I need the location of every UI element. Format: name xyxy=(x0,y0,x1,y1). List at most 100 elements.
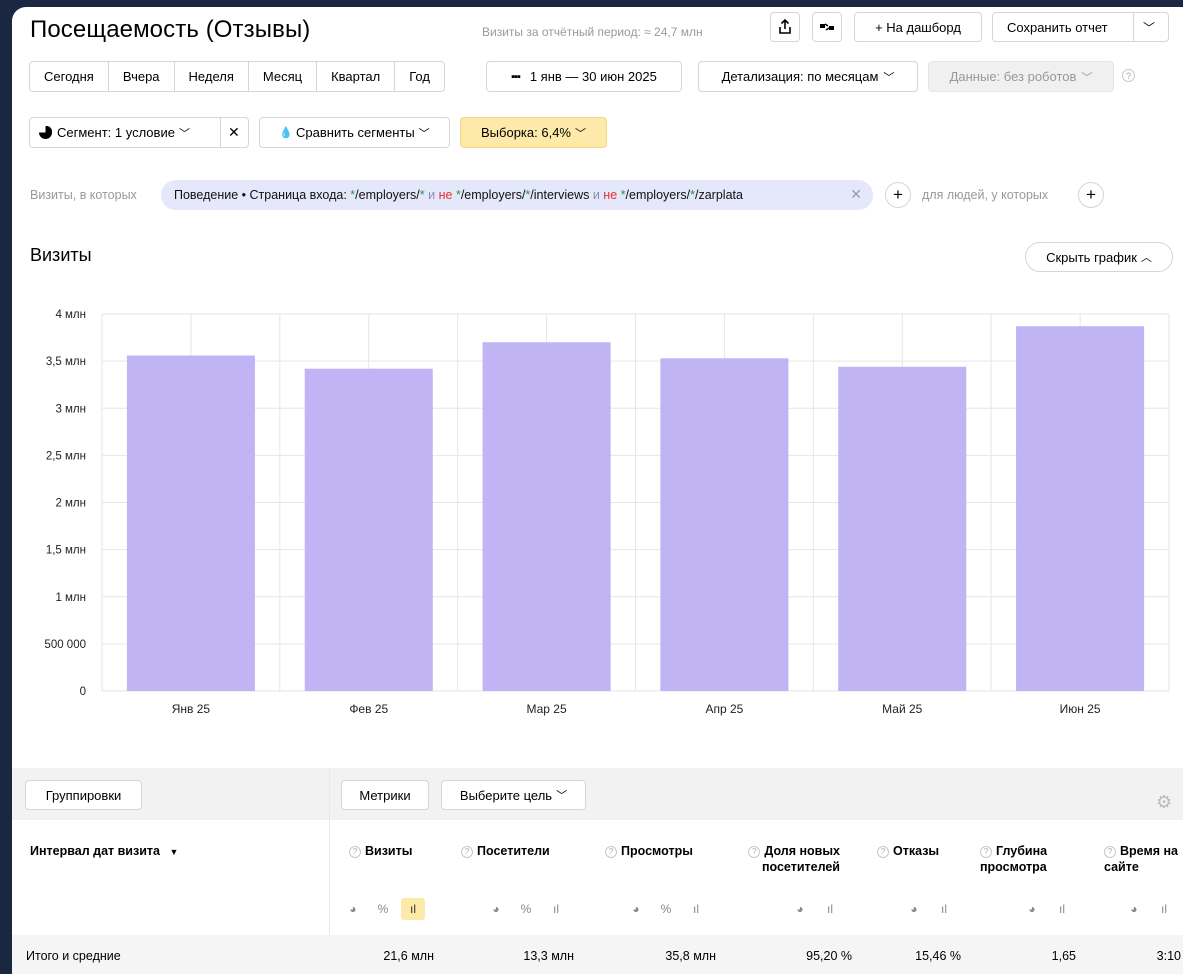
goal-label: Выберите цель xyxy=(459,787,553,803)
sort-down-icon: ▼ xyxy=(169,847,179,857)
date-range-button[interactable]: ▪▪▪ 1 янв — 30 июн 2025 xyxy=(486,61,682,92)
metrics-button[interactable]: Метрики xyxy=(341,780,429,810)
compare-segments-label: Сравнить сегменты xyxy=(296,125,415,140)
column-label: Просмотры xyxy=(621,844,693,858)
chart-title: Визиты xyxy=(30,245,92,265)
data-filter-dropdown[interactable]: Данные: без роботов ﹀ xyxy=(928,61,1114,92)
period-year[interactable]: Год xyxy=(395,62,444,91)
gear-icon[interactable]: ⚙ xyxy=(1156,792,1172,813)
bar-chart-icon[interactable]: ıl xyxy=(401,898,425,920)
totals-label: Итого и средние xyxy=(26,949,121,963)
help-icon[interactable]: ? xyxy=(605,846,617,858)
report-window: Посещаемость (Отзывы) Визиты за отчётный… xyxy=(12,7,1183,974)
total-bounces: 15,46 % xyxy=(915,949,961,963)
help-icon[interactable]: ? xyxy=(748,846,761,858)
close-icon[interactable]: ✕ xyxy=(850,186,862,203)
pie-chart-icon[interactable]: ◕ xyxy=(1122,898,1146,920)
help-icon[interactable]: ? xyxy=(349,846,361,858)
bar-chart-icon[interactable]: ıl xyxy=(544,898,568,920)
dimension-header-label: Интервал дат визита xyxy=(30,844,160,858)
pie-chart-icon[interactable]: ◕ xyxy=(788,898,812,920)
detalization-label: Детализация: по месяцам xyxy=(721,69,879,84)
add-to-dashboard-button[interactable]: + На дашборд xyxy=(854,12,982,42)
total-depth: 1,65 xyxy=(1051,949,1076,963)
column-divider xyxy=(329,768,330,935)
bar-chart-icon[interactable]: ıl xyxy=(932,898,956,920)
period-today[interactable]: Сегодня xyxy=(30,62,109,91)
total-pageviews: 35,8 млн xyxy=(665,949,716,963)
column-label: Визиты xyxy=(365,844,413,858)
sample-dropdown[interactable]: Выборка: 6,4% ﹀ xyxy=(460,117,607,148)
save-report-button[interactable]: Сохранить отчет ﹀ xyxy=(992,12,1169,42)
data-filter-label: Данные: без роботов xyxy=(949,69,1077,84)
period-week[interactable]: Неделя xyxy=(175,62,249,91)
chip-not: не xyxy=(438,188,453,202)
share-button[interactable] xyxy=(770,12,800,42)
help-icon[interactable]: ? xyxy=(980,846,992,858)
export-button[interactable] xyxy=(812,12,842,42)
add-people-condition-button[interactable]: + xyxy=(1078,182,1104,208)
percent-icon[interactable]: % xyxy=(371,898,395,920)
new-visitors-view-icons: ◕ ıl xyxy=(788,898,842,920)
help-icon[interactable]: ? xyxy=(877,846,889,858)
column-header-visits[interactable]: ? Визиты xyxy=(349,843,412,859)
bar-chart-icon[interactable]: ıl xyxy=(1050,898,1074,920)
help-icon[interactable]: ? xyxy=(461,846,473,858)
detalization-dropdown[interactable]: Детализация: по месяцам ﹀ xyxy=(698,61,918,92)
x-tick-label: Фев 25 xyxy=(349,702,388,716)
column-header-time[interactable]: ? Время на сайте xyxy=(1104,843,1182,875)
x-tick-label: Мар 25 xyxy=(526,702,566,716)
y-tick-label: 1 млн xyxy=(55,592,86,604)
column-header-new-visitors[interactable]: ? Доля новых посетителей xyxy=(740,843,840,875)
goal-dropdown[interactable]: Выберите цель ﹀ xyxy=(441,780,586,810)
period-month[interactable]: Месяц xyxy=(249,62,318,91)
people-label: для людей, у которых xyxy=(922,188,1049,202)
chevron-down-icon: ﹀ xyxy=(418,127,430,140)
hide-chart-label: Скрыть график xyxy=(1046,249,1137,265)
drops-icon: 💧 xyxy=(279,127,294,139)
pie-chart-icon[interactable]: ◕ xyxy=(484,898,508,920)
x-tick-label: Июн 25 xyxy=(1060,702,1101,716)
chip-and: и xyxy=(428,188,436,202)
column-header-depth[interactable]: ? Глубина просмотра xyxy=(980,843,1070,875)
dimension-header[interactable]: Интервал дат визита ▼ xyxy=(30,843,178,860)
chart-bar xyxy=(660,358,789,691)
bar-chart-icon[interactable]: ıl xyxy=(818,898,842,920)
column-header-pageviews[interactable]: ? Просмотры xyxy=(605,843,693,859)
chip-path: /employers/ xyxy=(625,188,691,202)
bar-chart-icon[interactable]: ıl xyxy=(1152,898,1176,920)
period-yesterday[interactable]: Вчера xyxy=(109,62,175,91)
percent-icon[interactable]: % xyxy=(654,898,678,920)
chevron-down-icon[interactable]: ﹀ xyxy=(1143,19,1155,36)
date-range-label: 1 янв — 30 июн 2025 xyxy=(529,69,657,84)
column-label: Посетители xyxy=(477,844,550,858)
column-label: Отказы xyxy=(893,844,940,858)
segment-dropdown[interactable]: Сегмент: 1 условие ﹀ ✕ xyxy=(29,117,249,148)
add-condition-button[interactable]: + xyxy=(885,182,911,208)
filter-chip[interactable]: Поведение • Страница входа: */employers/… xyxy=(161,180,873,210)
compare-segments-dropdown[interactable]: 💧 Сравнить сегменты ﹀ xyxy=(259,117,450,148)
hide-chart-button[interactable]: Скрыть график ︿ xyxy=(1025,242,1173,272)
page-title: Посещаемость (Отзывы) xyxy=(30,16,311,43)
help-icon[interactable]: ? xyxy=(1122,69,1135,82)
y-tick-label: 1,5 млн xyxy=(46,545,86,557)
pie-chart-icon[interactable]: ◕ xyxy=(341,898,365,920)
share-icon xyxy=(779,19,791,34)
bounces-view-icons: ◕ ıl xyxy=(902,898,956,920)
column-header-visitors[interactable]: ? Посетители xyxy=(461,843,550,859)
close-icon[interactable]: ✕ xyxy=(228,124,240,141)
totals-row: Итого и средние 21,6 млн 13,3 млн 35,8 м… xyxy=(12,935,1183,974)
groupings-button[interactable]: Группировки xyxy=(25,780,142,810)
pie-chart-icon[interactable]: ◕ xyxy=(1020,898,1044,920)
column-header-bounces[interactable]: ? Отказы xyxy=(877,843,939,859)
period-quarter[interactable]: Квартал xyxy=(317,62,396,91)
y-tick-label: 4 млн xyxy=(55,309,86,321)
pie-chart-icon[interactable]: ◕ xyxy=(624,898,648,920)
pie-chart-icon[interactable]: ◕ xyxy=(902,898,926,920)
percent-icon[interactable]: % xyxy=(514,898,538,920)
chevron-down-icon: ﹀ xyxy=(178,127,190,140)
help-icon[interactable]: ? xyxy=(1104,846,1116,858)
y-tick-label: 2 млн xyxy=(55,498,86,510)
bar-chart-icon[interactable]: ıl xyxy=(684,898,708,920)
chevron-down-icon: ﹀ xyxy=(1081,71,1093,84)
